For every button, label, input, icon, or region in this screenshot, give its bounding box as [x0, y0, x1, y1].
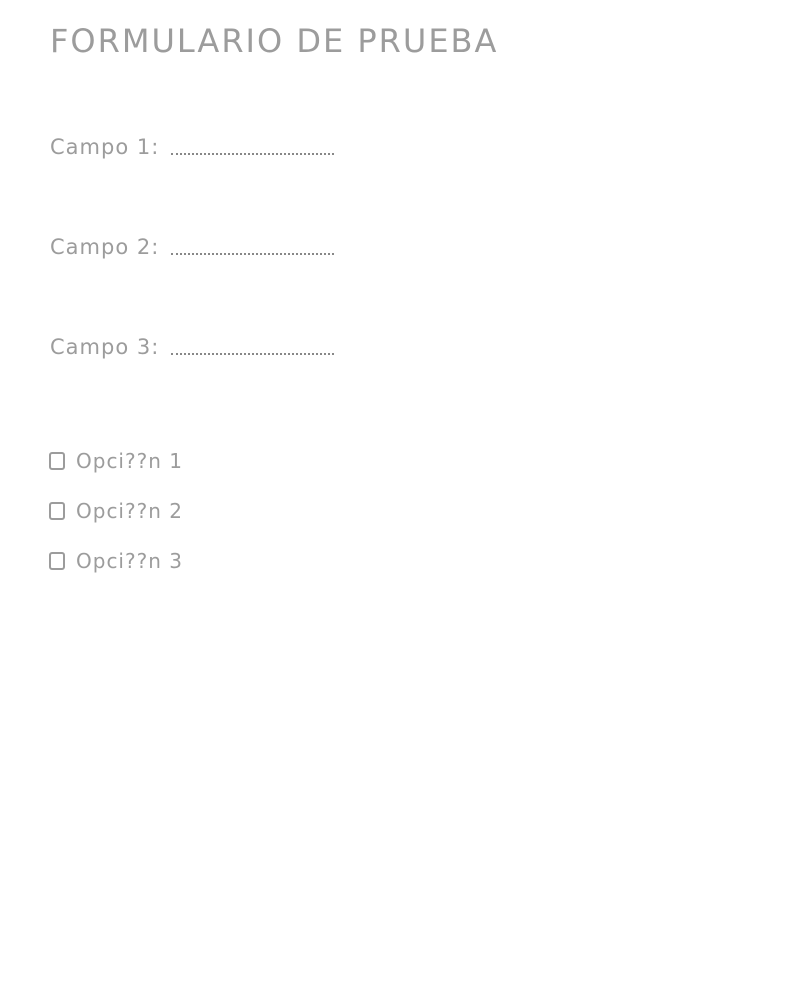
- field-label-1: Campo 1:: [50, 135, 160, 159]
- option-row-2: Opci??n 2: [49, 499, 183, 523]
- form-page: FORMULARIO DE PRUEBA Campo 1: Campo 2: C…: [0, 0, 800, 1000]
- option-label-1: Opci??n 1: [76, 449, 183, 473]
- field-row-2: Campo 2:: [50, 228, 335, 259]
- field-row-3: Campo 3:: [50, 328, 335, 359]
- option-row-1: Opci??n 1: [49, 449, 183, 473]
- option-checkbox-1[interactable]: [49, 452, 65, 470]
- option-label-3: Opci??n 3: [76, 549, 183, 573]
- field-row-1: Campo 1:: [50, 128, 335, 159]
- option-checkbox-3[interactable]: [49, 552, 65, 570]
- field-input-1[interactable]: [171, 153, 335, 155]
- field-label-2: Campo 2:: [50, 235, 160, 259]
- field-label-3: Campo 3:: [50, 335, 160, 359]
- field-input-2[interactable]: [171, 253, 335, 255]
- field-input-3[interactable]: [171, 353, 335, 355]
- option-label-2: Opci??n 2: [76, 499, 183, 523]
- form-title: FORMULARIO DE PRUEBA: [50, 22, 499, 60]
- option-row-3: Opci??n 3: [49, 549, 183, 573]
- option-checkbox-2[interactable]: [49, 502, 65, 520]
